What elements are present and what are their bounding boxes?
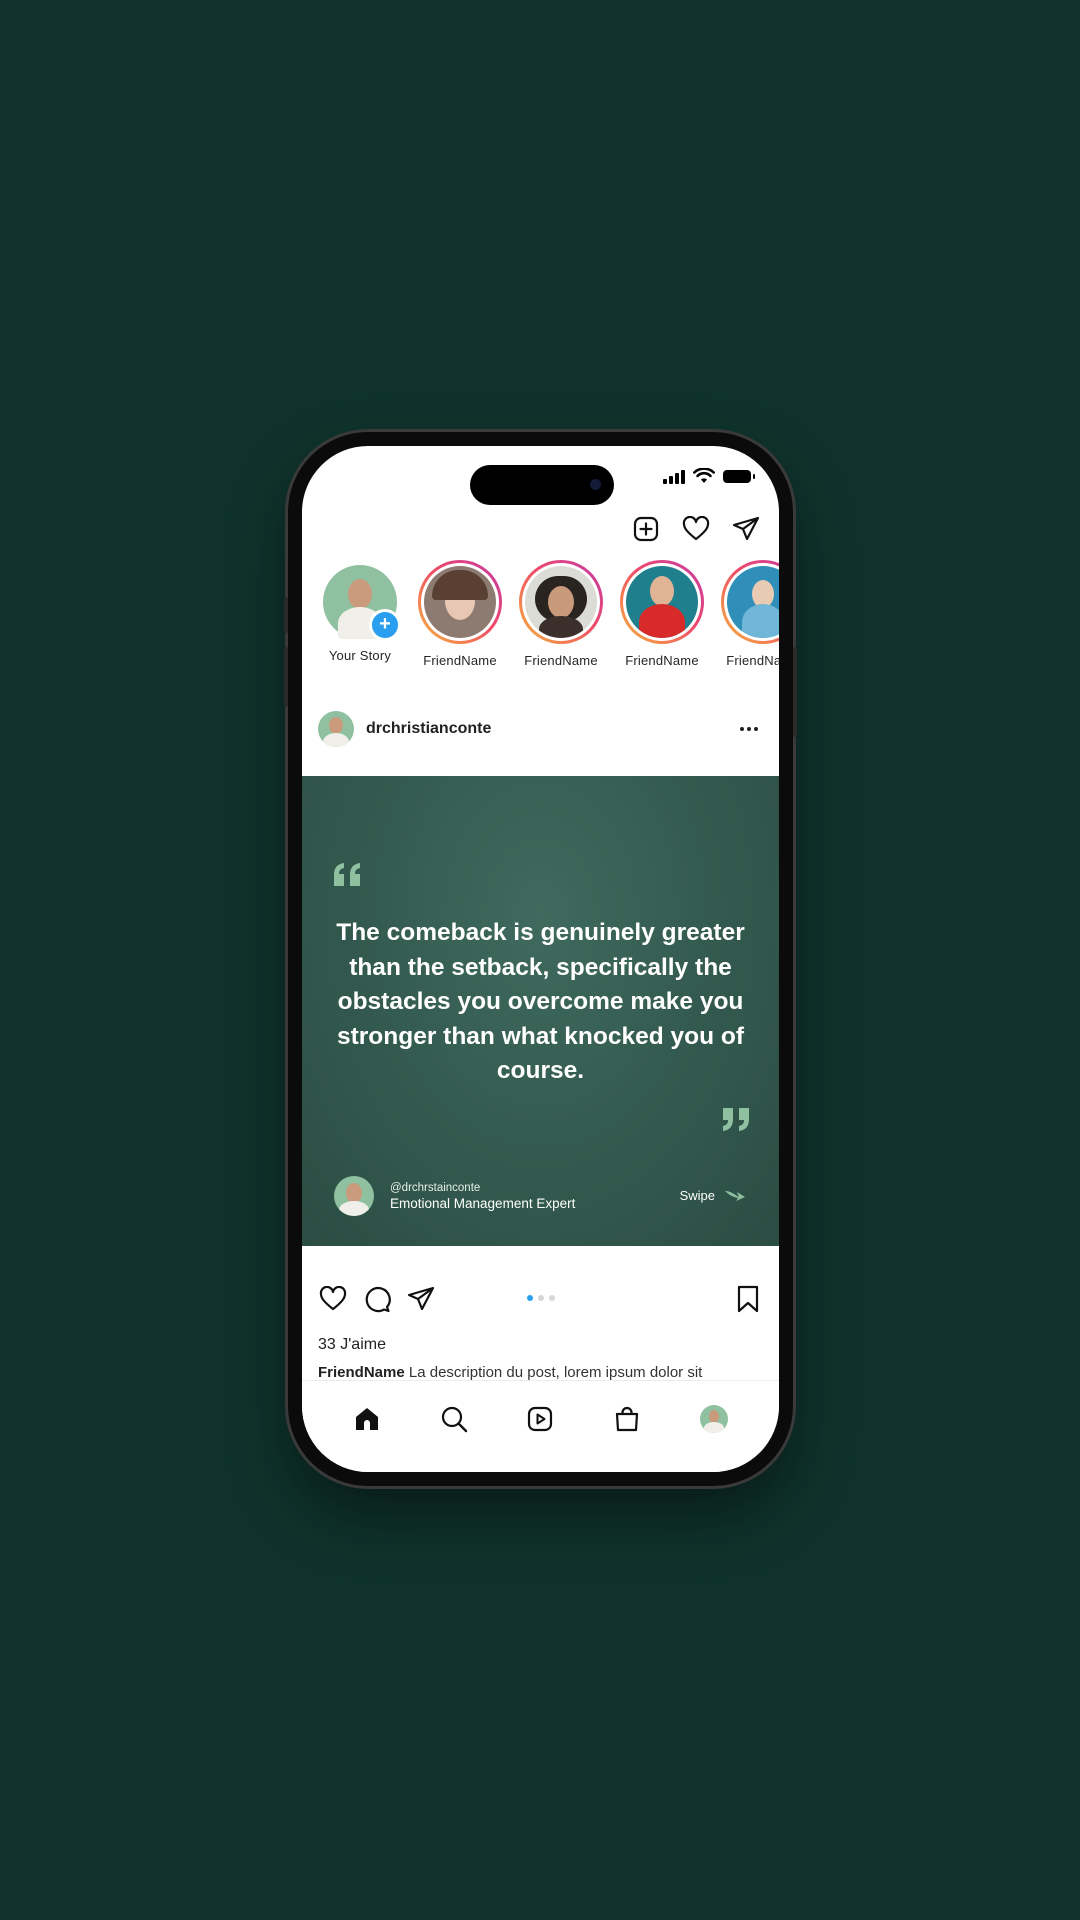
story-name: FriendName — [625, 653, 699, 668]
power-button — [793, 647, 797, 737]
comment-icon[interactable] — [362, 1284, 392, 1314]
story-name: FriendName — [524, 653, 598, 668]
quote-close-icon — [723, 1108, 749, 1131]
avatar — [727, 566, 779, 638]
phone-screen: + Your Story FriendName FriendName Frien… — [302, 446, 779, 1472]
story-friend[interactable]: FriendName — [718, 560, 779, 668]
send-icon[interactable] — [731, 514, 761, 544]
reels-icon[interactable] — [520, 1399, 560, 1439]
add-story-icon[interactable]: + — [369, 609, 401, 641]
post-author: @drchrstainconte Emotional Management Ex… — [334, 1176, 575, 1216]
carousel-indicator — [526, 1295, 555, 1301]
volume-down-button — [284, 647, 288, 707]
avatar — [525, 566, 597, 638]
story-name: FriendName — [726, 653, 779, 668]
home-icon[interactable] — [347, 1399, 387, 1439]
top-actions — [631, 514, 761, 544]
dynamic-island — [470, 465, 614, 505]
story-friend[interactable]: FriendName — [617, 560, 707, 668]
post-username[interactable]: drchristianconte — [366, 720, 491, 738]
avatar — [626, 566, 698, 638]
more-options-icon[interactable] — [735, 715, 763, 743]
story-friend[interactable]: FriendName — [415, 560, 505, 668]
status-bar — [663, 466, 755, 486]
avatar — [424, 566, 496, 638]
story-name: FriendName — [423, 653, 497, 668]
post-quote-text: The comeback is genuinely greater than t… — [336, 919, 745, 1084]
swipe-label: Swipe — [679, 1187, 715, 1203]
likes-count[interactable]: 33 J'aime — [318, 1336, 386, 1354]
heart-icon[interactable] — [681, 514, 711, 544]
author-avatar — [334, 1176, 374, 1216]
quote-open-icon — [334, 863, 360, 886]
story-name: Your Story — [328, 648, 392, 663]
share-icon[interactable] — [406, 1284, 436, 1314]
profile-avatar[interactable] — [694, 1399, 734, 1439]
phone-frame: + Your Story FriendName FriendName Frien… — [284, 432, 797, 1486]
bookmark-icon[interactable] — [733, 1284, 763, 1314]
bottom-tab-bar — [302, 1380, 779, 1472]
story-your-story[interactable]: + Your Story — [315, 560, 405, 663]
add-post-icon[interactable] — [631, 514, 661, 544]
swipe-arrow-icon — [725, 1191, 745, 1201]
search-icon[interactable] — [434, 1399, 474, 1439]
caption-text: La description du post, lorem ipsum dolo… — [408, 1364, 703, 1381]
author-handle: @drchrstainconte — [390, 1181, 481, 1194]
author-role: Emotional Management Expert — [390, 1195, 576, 1211]
carousel-dot — [548, 1295, 555, 1301]
swipe-hint: Swipe — [680, 1187, 747, 1203]
post-avatar[interactable] — [318, 711, 354, 747]
shop-icon[interactable] — [607, 1399, 647, 1439]
volume-up-button — [284, 597, 288, 633]
battery-icon — [723, 469, 755, 483]
stories-row: + Your Story FriendName FriendName Frien… — [302, 560, 779, 670]
post-image[interactable]: The comeback is genuinely greater than t… — [302, 776, 779, 1246]
post-header: drchristianconte — [318, 710, 763, 748]
avatar: + — [323, 565, 401, 641]
signal-icon — [663, 469, 685, 484]
post-caption: FriendName La description du post, lorem… — [318, 1364, 702, 1381]
carousel-dot — [537, 1295, 544, 1301]
caption-username[interactable]: FriendName — [318, 1364, 405, 1381]
wifi-icon — [693, 468, 715, 483]
post-actions — [318, 1282, 763, 1316]
carousel-dot-active — [526, 1295, 533, 1301]
story-friend[interactable]: FriendName — [516, 560, 606, 668]
like-heart-icon[interactable] — [318, 1284, 348, 1314]
